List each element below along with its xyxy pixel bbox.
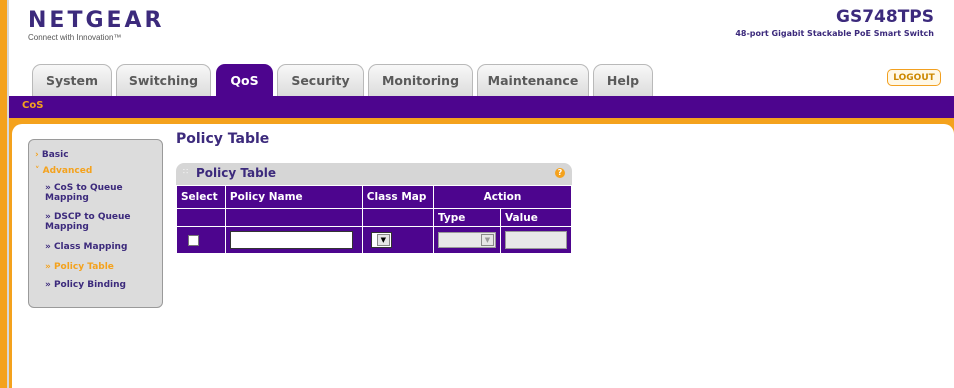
sidebar-item-label: Advanced <box>42 166 93 176</box>
column-header-select: Select <box>176 185 226 209</box>
action-value-input[interactable] <box>505 231 567 249</box>
sidebar-item-cos-to-queue[interactable]: » CoS to Queue Mapping <box>45 183 157 203</box>
left-accent-bar <box>0 0 7 388</box>
tab-security[interactable]: Security <box>277 64 364 96</box>
policy-name-input[interactable] <box>229 231 353 249</box>
column-header-action: Action <box>432 185 573 209</box>
netgear-logo: NETGEAR Connect with Innovation™ <box>28 8 165 43</box>
value-cell <box>500 226 572 254</box>
tab-system[interactable]: System <box>32 64 112 96</box>
tab-switching[interactable]: Switching <box>116 64 211 96</box>
header-empty-cell <box>176 208 226 227</box>
tab-help[interactable]: Help <box>593 64 653 96</box>
policy-name-cell <box>224 226 363 254</box>
tab-monitoring[interactable]: Monitoring <box>368 64 473 96</box>
sidebar-item-policy-binding[interactable]: » Policy Binding <box>45 280 157 290</box>
chevron-down-icon: ˅ <box>35 166 40 176</box>
header-empty-cell <box>361 208 434 227</box>
sidebar-item-policy-table[interactable]: » Policy Table <box>45 262 157 272</box>
class-map-cell: ▼ <box>361 226 434 254</box>
column-header-policy-name: Policy Name <box>224 185 363 209</box>
header-empty-cell <box>224 208 363 227</box>
logo-tagline: Connect with Innovation™ <box>28 33 122 42</box>
sidebar-menu: › Basic ˅ Advanced » CoS to Queue Mappin… <box>28 139 163 308</box>
sidebar-item-basic[interactable]: › Basic <box>35 150 69 160</box>
action-type-select[interactable]: ▼ <box>437 232 496 248</box>
model-info: GS748TPS 48-port Gigabit Stackable PoE S… <box>735 7 934 39</box>
subnav-item-cos[interactable]: CoS <box>22 98 43 114</box>
column-header-type: Type <box>432 208 502 227</box>
model-name: GS748TPS <box>836 7 934 27</box>
policy-table-title: Policy Table <box>196 166 276 180</box>
select-checkbox[interactable] <box>188 234 200 246</box>
sidebar-item-label: Basic <box>41 150 69 160</box>
model-description: 48-port Gigabit Stackable PoE Smart Swit… <box>735 29 934 38</box>
sidebar-item-dscp-to-queue[interactable]: » DSCP to Queue Mapping <box>45 212 157 232</box>
logo-text: NETGEAR <box>28 8 165 33</box>
type-cell: ▼ <box>432 226 502 254</box>
chevron-down-icon: ▼ <box>480 234 494 246</box>
page-title: Policy Table <box>176 131 270 147</box>
chevron-right-icon: › <box>35 150 39 160</box>
tab-qos[interactable]: QoS <box>216 64 273 96</box>
sidebar-item-advanced[interactable]: ˅ Advanced <box>35 166 92 176</box>
column-header-class-map: Class Map <box>361 185 434 209</box>
chevron-down-icon: ▼ <box>376 234 390 246</box>
table-row: ▼ ▼ <box>176 226 572 254</box>
sidebar-item-class-mapping[interactable]: » Class Mapping <box>45 242 157 252</box>
subnav-bar <box>9 96 954 118</box>
policy-table: Select Policy Name Class Map Action Type… <box>176 185 573 254</box>
select-cell <box>176 226 226 254</box>
class-map-select[interactable]: ▼ <box>370 232 392 248</box>
logout-button[interactable]: LOGOUT <box>887 69 941 86</box>
tab-maintenance[interactable]: Maintenance <box>477 64 589 96</box>
drag-handle-icon: ∷ <box>183 167 189 176</box>
column-header-value: Value <box>500 208 572 227</box>
help-icon[interactable]: ? <box>555 168 565 178</box>
